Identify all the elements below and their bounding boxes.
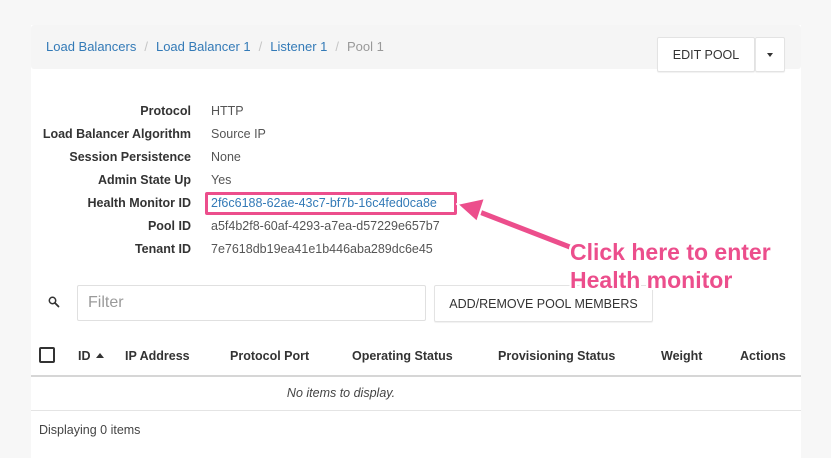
members-table-header: ID IP Address Protocol Port Operating St… [31,338,801,377]
edit-pool-button[interactable]: EDIT POOL [657,37,755,72]
breadcrumb-separator: / [258,39,263,54]
annotation-line-2: Health monitor [570,267,733,293]
highlight-box [205,192,457,215]
detail-label: Load Balancer Algorithm [42,127,191,141]
annotation-callout: Click here to enter Health monitor [570,238,771,294]
search-icon [48,296,60,308]
detail-row-algorithm: Load Balancer Algorithm Source IP [0,127,480,150]
table-empty-row: No items to display. [31,376,801,411]
annotation-line-1: Click here to enter [570,239,771,265]
select-all-checkbox[interactable] [39,347,55,363]
empty-message: No items to display. [286,386,396,400]
breadcrumb-listener-1[interactable]: Listener 1 [270,39,327,54]
detail-label: Admin State Up [97,173,191,187]
detail-label: Tenant ID [134,242,191,256]
column-header-id[interactable]: ID [78,349,104,363]
detail-label: Session Persistence [69,150,191,164]
caret-down-icon [767,52,773,57]
filter-input[interactable] [77,285,426,321]
actions-dropdown-toggle[interactable] [755,37,785,72]
column-header-provisioning-status[interactable]: Provisioning Status [498,349,615,363]
detail-value: Yes [211,173,232,187]
table-footer-count: Displaying 0 items [39,423,141,437]
detail-row-tenant-id: Tenant ID 7e7618db19ea41e1b446aba289dc6e… [0,242,480,265]
breadcrumb-separator: / [144,39,148,54]
annotation-arrow-icon [456,197,580,254]
breadcrumb-load-balancers[interactable]: Load Balancers [46,39,136,54]
detail-row-session-persistence: Session Persistence None [0,150,480,173]
column-header-ip-address[interactable]: IP Address [125,349,190,363]
detail-row-pool-id: Pool ID a5f4b2f8-60af-4293-a7ea-d57229e6… [0,219,480,242]
detail-label: Health Monitor ID [87,196,191,210]
detail-label: Pool ID [147,219,191,233]
breadcrumb-current-pool: Pool 1 [347,39,384,54]
detail-label: Protocol [140,104,191,118]
detail-value: 7e7618db19ea41e1b446aba289dc6e45 [211,242,433,256]
detail-value: a5f4b2f8-60af-4293-a7ea-d57229e657b7 [211,219,440,233]
breadcrumb-separator: / [335,39,339,54]
column-header-weight[interactable]: Weight [661,349,702,363]
detail-value: None [211,150,241,164]
pool-details: Protocol HTTP Load Balancer Algorithm So… [0,104,480,265]
column-header-protocol-port[interactable]: Protocol Port [230,349,309,363]
detail-value: HTTP [211,104,244,118]
column-header-operating-status[interactable]: Operating Status [352,349,453,363]
detail-value: Source IP [211,127,266,141]
column-header-actions: Actions [740,349,786,363]
detail-row-protocol: Protocol HTTP [0,104,480,127]
sort-ascending-icon [95,353,104,358]
breadcrumb-load-balancer-1[interactable]: Load Balancer 1 [156,39,251,54]
